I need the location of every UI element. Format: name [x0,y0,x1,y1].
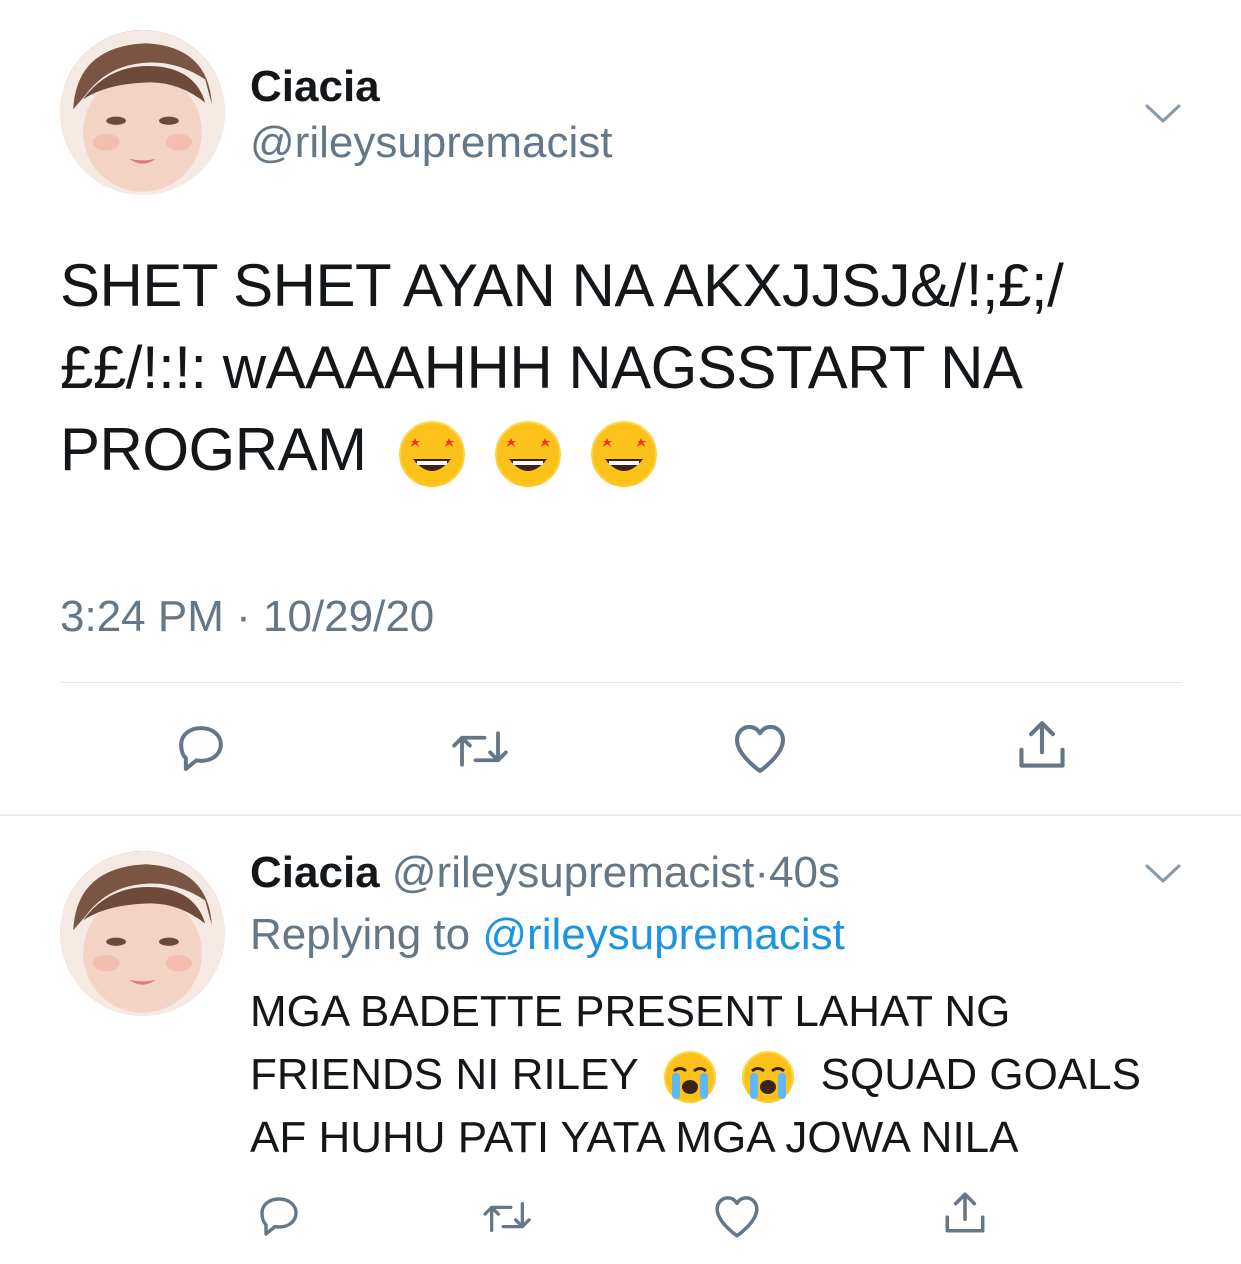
reply-text-line: FRIENDS NI RILEY SQUAD GOALS [250,1043,1210,1106]
chevron-down-icon[interactable] [1143,860,1183,886]
meta-separator: · [236,592,251,641]
reply-icon[interactable] [173,720,229,776]
tweet-time: 3:24 PM [60,592,224,641]
reply-author-name[interactable]: Ciacia [250,848,380,897]
reply-text-line: AF HUHU PATI YATA MGA JOWA NILA [250,1113,1019,1162]
meta-separator: · [754,848,770,897]
tweet-text-line: SHET SHET AYAN NA AKXJJSJ&/!;£;/ [60,252,1064,319]
chevron-down-icon[interactable] [1143,100,1183,126]
author-name[interactable]: Ciacia [250,62,380,112]
reply-avatar[interactable] [60,851,225,1016]
avatar[interactable] [60,30,225,195]
star-struck-emoji [398,421,465,488]
replying-to: Replying to @rileysupremacist [250,910,845,960]
reply-text: MGA BADETTE PRESENT LAHAT NG FRIENDS NI … [250,980,1210,1169]
tweet-text-line: PROGRAM [60,409,1200,491]
reply-author-handle[interactable]: @rileysupremacist [392,848,755,897]
share-icon[interactable] [1013,716,1071,774]
tweet-text-segment: PROGRAM [60,416,367,483]
retweet-icon[interactable] [447,722,513,776]
star-struck-emoji [494,421,561,488]
reply-text-segment: SQUAD GOALS [820,1050,1141,1099]
tweet-text-line: ££/!:!: wAAAAHHH NAGSSTART NA [60,334,1023,401]
tweet-date: 10/29/20 [263,592,435,641]
section-divider [0,814,1241,816]
reply-text-line: MGA BADETTE PRESENT LAHAT NG [250,987,1011,1036]
reply-text-segment: FRIENDS NI RILEY [250,1050,638,1099]
like-icon[interactable] [712,1192,762,1240]
avatar-image [60,30,225,195]
replying-handle-link[interactable]: @rileysupremacist [482,910,845,959]
reply-icon[interactable] [255,1192,303,1240]
crying-emoji [664,1051,717,1104]
star-struck-emoji [591,421,658,488]
tweet-divider [60,682,1182,683]
reply-header: Ciacia @rileysupremacist·40s [250,848,840,898]
share-icon[interactable] [940,1188,990,1238]
tweet-text: SHET SHET AYAN NA AKXJJSJ&/!;£;/ ££/!:!:… [60,245,1200,491]
author-handle[interactable]: @rileysupremacist [250,118,613,168]
crying-emoji [742,1051,795,1104]
reply-age[interactable]: 40s [769,848,840,897]
tweet-timestamp[interactable]: 3:24 PM · 10/29/20 [60,592,434,642]
like-icon[interactable] [731,720,789,776]
replying-label: Replying to [250,910,471,959]
retweet-icon[interactable] [478,1194,536,1240]
avatar-image [60,851,225,1016]
